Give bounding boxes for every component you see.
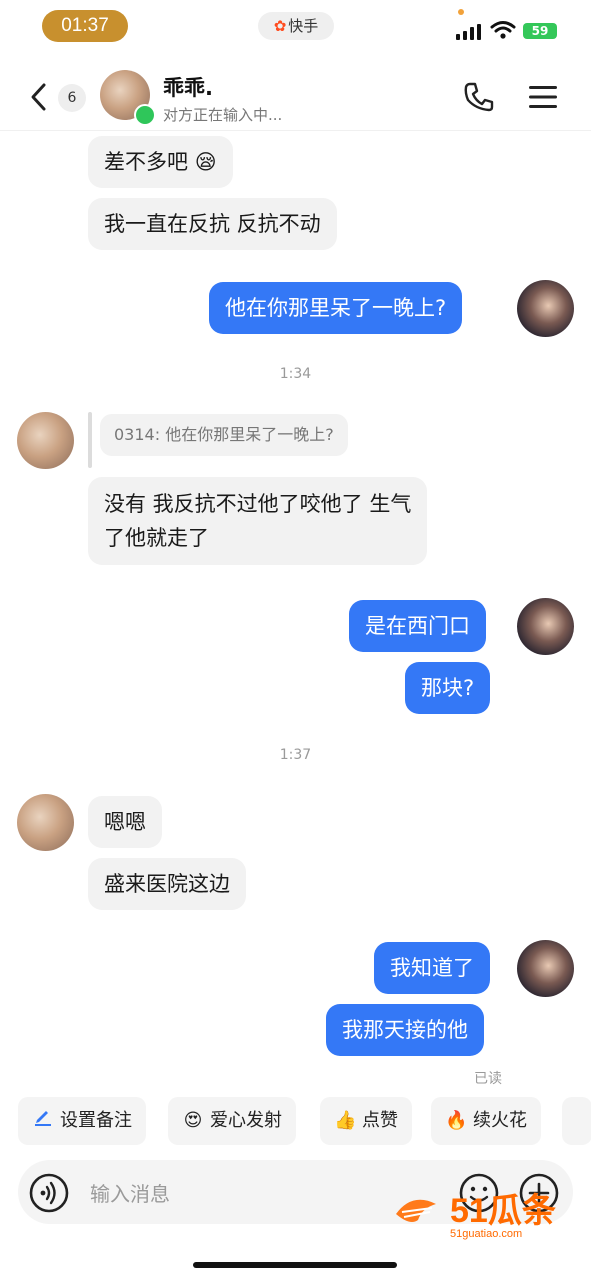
sleepy-face-emoji-icon: 😪: [194, 150, 217, 174]
message-text: 差不多吧: [104, 150, 188, 174]
status-time: 01:37: [42, 10, 128, 42]
quick-action-love-launch[interactable]: 😍 爱心发射: [168, 1097, 296, 1145]
battery-indicator: 59: [523, 23, 557, 39]
timestamp: 1:37: [279, 747, 312, 763]
watermark-text: 51瓜条: [450, 1192, 556, 1230]
menu-icon[interactable]: [528, 84, 558, 110]
online-status-dot: [134, 104, 156, 126]
message-incoming[interactable]: 没有 我反抗不过他了咬他了 生气 了他就走了: [88, 477, 428, 565]
quick-action-set-remark[interactable]: 设置备注: [18, 1097, 146, 1145]
my-avatar[interactable]: [517, 280, 574, 337]
home-indicator[interactable]: [193, 1262, 397, 1268]
message-input-placeholder[interactable]: 输入消息: [90, 1178, 170, 1207]
message-outgoing[interactable]: 那块?: [405, 662, 491, 714]
quick-action-label: 续火花: [473, 1110, 527, 1131]
fire-icon: 🔥: [445, 1110, 468, 1131]
message-outgoing[interactable]: 我知道了: [374, 942, 490, 994]
voice-input-icon[interactable]: [28, 1172, 70, 1214]
privacy-indicator-dot: [458, 9, 464, 15]
message-line: 了他就走了: [104, 526, 209, 550]
pencil-icon: [32, 1097, 54, 1145]
thumbs-up-icon: 👍: [334, 1110, 357, 1131]
quick-action-label: 点赞: [362, 1110, 398, 1131]
message-incoming[interactable]: 差不多吧 😪: [88, 136, 233, 188]
message-outgoing[interactable]: 是在西门口: [349, 600, 486, 652]
contact-avatar[interactable]: [17, 412, 74, 469]
read-receipt: 已读: [474, 1071, 502, 1087]
message-line: 没有 我反抗不过他了咬他了 生气: [104, 492, 412, 516]
contact-avatar[interactable]: [17, 794, 74, 851]
quick-action-like[interactable]: 👍 点赞: [320, 1097, 412, 1145]
message-incoming[interactable]: 盛来医院这边: [88, 858, 246, 910]
heart-eyes-icon: 😍: [183, 1110, 203, 1131]
site-watermark-logo: 51瓜条 51guatiao.com: [396, 1192, 556, 1240]
message-incoming[interactable]: 嗯嗯: [88, 796, 162, 848]
quick-action-more[interactable]: [562, 1097, 591, 1145]
kuaishou-logo-icon: ✿: [273, 17, 287, 35]
header-divider: [0, 130, 591, 131]
quick-action-spark[interactable]: 🔥 续火花: [431, 1097, 541, 1145]
phone-call-icon[interactable]: [462, 80, 496, 114]
back-arrow-icon[interactable]: [28, 82, 50, 112]
typing-status: 对方正在输入中...: [163, 106, 283, 124]
quoted-message[interactable]: 0314: 他在你那里呆了一晚上?: [100, 414, 348, 456]
unread-count-badge[interactable]: 6: [58, 84, 86, 112]
app-indicator[interactable]: ✿ 快手: [258, 12, 334, 40]
cellular-signal-icon: [456, 24, 481, 40]
timestamp: 1:34: [279, 366, 312, 382]
app-name: 快手: [288, 17, 319, 35]
watermark-url: 51guatiao.com: [450, 1228, 522, 1240]
battery-level: 59: [531, 24, 549, 38]
wifi-icon: [490, 21, 516, 39]
quote-bar: [88, 412, 92, 468]
quick-action-label: 设置备注: [60, 1110, 132, 1131]
my-avatar[interactable]: [517, 940, 574, 997]
my-avatar[interactable]: [517, 598, 574, 655]
message-outgoing[interactable]: 他在你那里呆了一晚上?: [209, 282, 463, 334]
contact-name[interactable]: 乖乖.: [163, 72, 213, 102]
quick-action-label: 爱心发射: [210, 1110, 282, 1131]
message-incoming[interactable]: 我一直在反抗 反抗不动: [88, 198, 337, 250]
message-outgoing[interactable]: 我那天接的他: [326, 1004, 484, 1056]
